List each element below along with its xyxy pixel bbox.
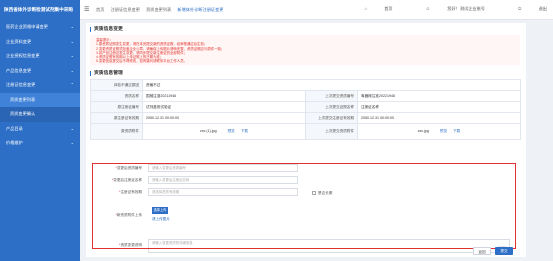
sidebar-item-product-catalog[interactable]: 产品目录 ⌄ <box>0 122 80 137</box>
section-title-info: 资质信息管理 <box>90 71 123 76</box>
sidebar-item-qualification-list[interactable]: 资质变更列表 <box>0 92 80 107</box>
app-brand: 陕西省体外诊断检测试剂集中采购 <box>4 7 73 12</box>
top-bar: ☰ 首页 注册证信息变更 资质变更列表 新增体外诊断注册证变更 ⌂ 首页 ☺ 您… <box>80 0 553 20</box>
cell-label: 上次提交资质附件 <box>305 123 358 140</box>
cell-value: 试剂盒测试验证 <box>142 101 306 113</box>
home-link[interactable]: ⌂ 首页 <box>349 6 393 11</box>
chevron-down-icon: ⌄ <box>70 125 74 131</box>
cell-label: 原注册证有效期 <box>90 112 143 124</box>
cell-value: 粤器械注准20221946 <box>357 90 521 102</box>
cell-label: 上次提交注册证有效期 <box>305 112 358 124</box>
sidebar-item-label: 医药企业资格申请变更 <box>6 24 48 29</box>
cell-label: 原资质附件 <box>90 123 143 140</box>
chevron-down-icon: ⌄ <box>70 140 74 145</box>
sidebar-item-label: 资质变更列表 <box>10 96 36 102</box>
sidebar: 陕西省体外诊断检测试剂集中采购 医药企业资格申请变更 ⌄ 企业资料变更 ⌄ 企业授权… <box>0 0 80 261</box>
sidebar-item-label: 注册证信息变更 <box>6 82 36 87</box>
logout-label: 退出 <box>538 6 547 11</box>
sidebar-item-cert-change[interactable]: 注册证信息变更 ⌃ <box>0 78 80 93</box>
preview-link[interactable]: 预览 <box>440 129 447 133</box>
breadcrumb: 首页 注册证信息变更 资质变更列表 新增体外诊断注册证变更 <box>96 7 228 13</box>
sidebar-item-price[interactable]: 价格维护 ⌄ <box>0 136 80 151</box>
table-row: 原资质附件 zxc (1).jpg 预览 下载 上次提交资质附件 zxc.jpg… <box>90 123 521 140</box>
home-icon: ⌂ <box>364 6 368 11</box>
breadcrumb-item[interactable]: 资质变更列表 <box>146 7 171 12</box>
cell-value: 国械注准20211946 <box>142 90 306 102</box>
attachment-cell: zxc (1).jpg 预览 下载 <box>142 123 306 140</box>
sidebar-item-product-info[interactable]: 产品信息变更 ⌄ <box>0 64 80 79</box>
logout-icon: ⏻ <box>518 6 522 11</box>
menu-fold-icon[interactable]: ☰ <box>84 6 89 13</box>
sidebar-item-label: 资质变更确认 <box>10 111 36 116</box>
notice-box: 温馨提示： 1.原资质证照发生变更，请在本页提交新的资质证照，经审核通过后生效；… <box>90 35 520 65</box>
breadcrumb-item[interactable]: 首页 <box>96 7 104 12</box>
cell-label: 上次提交证照名称 <box>305 101 358 113</box>
attachment-filename: zxc (1).jpg <box>200 129 217 133</box>
breadcrumb-current: 新增体外诊断注册证变更 <box>177 7 224 12</box>
chevron-up-icon: ⌃ <box>70 82 74 87</box>
highlight-box <box>92 163 516 249</box>
cell-value: 注册证名称 <box>357 101 521 113</box>
top-bar-actions: ⌂ 首页 ☺ 您好！测试企业账号 ⏻ 退出 <box>333 6 547 12</box>
user-menu[interactable]: ☺ 您好！测试企业账号 <box>410 6 485 11</box>
sidebar-item-label: 企业授权信息变更 <box>6 53 40 58</box>
sidebar-nav: 医药企业资格申请变更 ⌄ 企业资料变更 ⌄ 企业授权信息变更 ⌄ 产品信息变更 ⌄ 注册… <box>0 20 80 151</box>
user-label: 您好！测试企业账号 <box>447 6 485 11</box>
sidebar-item-enterprise-auth[interactable]: 企业授权信息变更 ⌄ <box>0 49 80 64</box>
user-icon: ☺ <box>425 6 431 11</box>
table-row: 体检不通过原因 资格不过 <box>90 79 521 91</box>
home-label: 首页 <box>384 6 393 11</box>
back-button[interactable]: 返回 <box>473 247 491 255</box>
cell-value: 2050.12.31 00:00:00 <box>357 112 521 124</box>
table-row: 资质名称 国械注准20211946 上次提交资质编号 粤器械注准20221946 <box>90 90 521 102</box>
attachment-filename: zxc.jpg <box>417 129 429 133</box>
chevron-down-icon: ⌄ <box>70 67 74 73</box>
cell-label: 资质名称 <box>90 90 143 102</box>
cell-label: 上次提交资质编号 <box>305 90 358 102</box>
section-title-change: 资质信息变更 <box>90 27 123 32</box>
sidebar-item-label: 价格维护 <box>6 140 23 145</box>
table-row: 原注册证编号 试剂盒测试验证 上次提交证照名称 注册证名称 <box>90 101 521 113</box>
cell-label: 原注册证编号 <box>90 101 143 113</box>
sidebar-item-enterprise-info[interactable]: 企业资料变更 ⌄ <box>0 35 80 50</box>
download-link[interactable]: 下载 <box>241 129 248 133</box>
preview-link[interactable]: 预览 <box>228 129 235 133</box>
attachment-cell: zxc.jpg 预览 下载 <box>357 123 521 140</box>
chevron-down-icon: ⌄ <box>70 24 74 29</box>
sidebar-item-label: 产品目录 <box>6 125 23 131</box>
sidebar-item-label: 产品信息变更 <box>6 67 32 73</box>
chevron-down-icon: ⌄ <box>70 53 74 58</box>
download-link[interactable]: 下载 <box>453 129 460 133</box>
sidebar-item-qualification-confirm[interactable]: 资质变更确认 <box>0 107 80 122</box>
sidebar-item-enterprise-qualification[interactable]: 医药企业资格申请变更 ⌄ <box>0 20 80 35</box>
notice-line: 5.变更信息提交后不得修改，如有疑问请联系平台工作人员。 <box>96 59 187 64</box>
cell-label: 体检不通过原因 <box>90 79 143 91</box>
chevron-down-icon: ⌄ <box>70 38 74 44</box>
cell-value: 2050.12.31 00:00:00 <box>142 112 306 124</box>
submit-button[interactable]: 提交 <box>495 247 513 255</box>
cell-value: 资格不过 <box>142 79 521 91</box>
qualification-info-table: 体检不通过原因 资格不过 资质名称 国械注准20211946 上次提交资质编号 … <box>90 79 521 140</box>
sidebar-item-label: 企业资料变更 <box>6 38 32 44</box>
logout-link[interactable]: ⏻ 退出 <box>502 6 547 11</box>
breadcrumb-item[interactable]: 注册证信息变更 <box>111 7 140 12</box>
table-row: 原注册证有效期 2050.12.31 00:00:00 上次提交注册证有效期 2… <box>90 112 521 124</box>
